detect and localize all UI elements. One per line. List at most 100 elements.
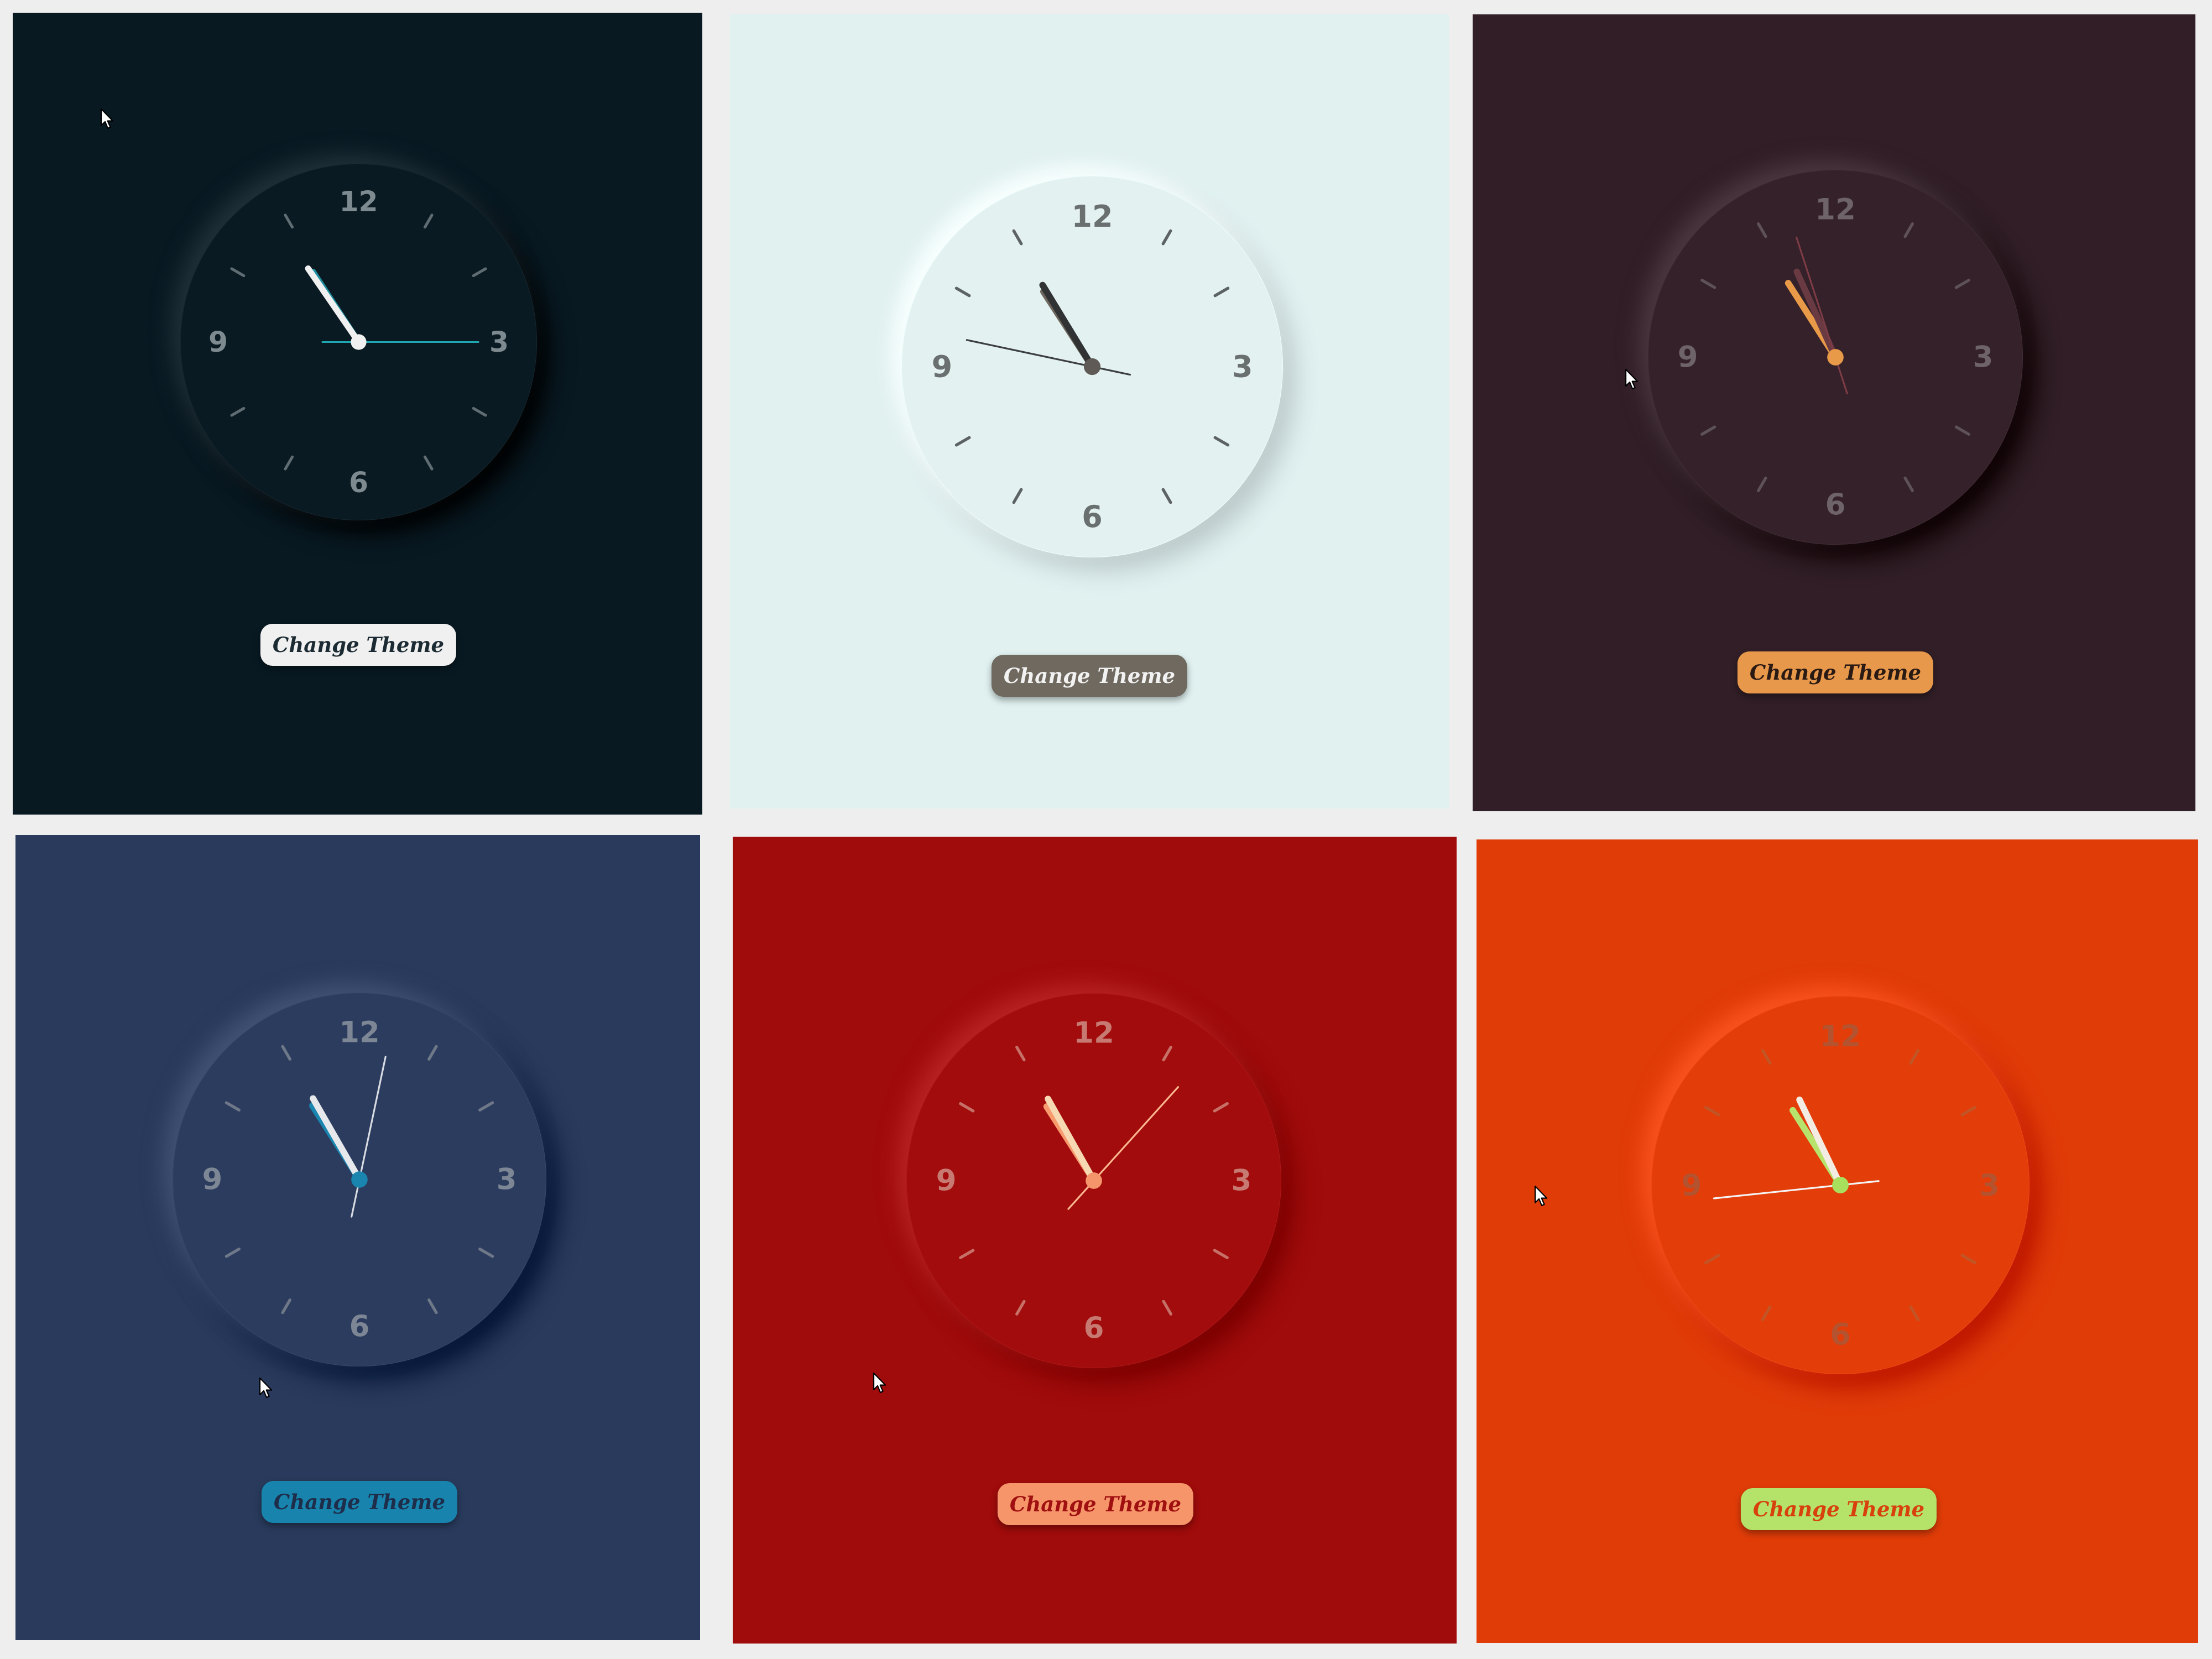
clock-face-svg: 12 3 6 9 [1678,193,1994,522]
clock-tick-11 [1757,222,1767,238]
clock-number-6: 6 [1082,499,1103,534]
analog-clock: 12 3 6 9 [1648,170,2023,545]
clock-tick-8 [1704,1254,1720,1265]
clock-number-3: 3 [1232,1164,1252,1198]
clock-number-3: 3 [1232,349,1253,384]
clock-number-9: 9 [208,326,228,358]
clock-face-svg: 12 3 6 9 [202,1015,517,1344]
clock-number-12: 12 [1072,199,1113,234]
clock-face-svg: 12 3 6 9 [932,199,1253,534]
clock-minute-hand [305,265,362,346]
clock-tick-1 [1162,1046,1172,1062]
clock-tick-1 [427,1045,438,1061]
clock-number-6: 6 [1825,488,1846,521]
change-theme-button[interactable]: Change Theme [261,1481,458,1523]
clock-tick-5 [1903,476,1914,492]
change-theme-button[interactable]: Change Theme [1737,651,1934,693]
clock-tick-7 [284,455,294,471]
clock-tick-7 [1761,1305,1772,1322]
clock-tick-7 [281,1298,291,1314]
clock-number-3: 3 [489,326,509,358]
analog-clock: 12 3 6 9 [901,176,1283,557]
clock-tick-4 [1213,436,1230,447]
analog-clock: 12 3 6 9 [1651,996,2030,1374]
clock-minute-hand [1039,281,1095,370]
arrow-cursor-icon [1625,368,1640,390]
clock-second-hand [966,339,1131,376]
clock-number-12: 12 [339,1015,379,1049]
clock-number-9: 9 [1681,1168,1702,1203]
clock-number-12: 12 [1820,1019,1861,1053]
clock-tick-4 [478,1248,494,1258]
clock-tick-11 [281,1045,291,1061]
clock-center-dot [1083,358,1101,375]
clock-number-12: 12 [339,185,378,218]
arrow-cursor-icon [1534,1185,1550,1207]
clock-number-6: 6 [349,1310,370,1344]
clock-number-6: 6 [1084,1311,1104,1345]
clock-tick-11 [1015,1046,1026,1062]
clock-number-9: 9 [932,349,953,384]
clock-tick-1 [1909,1048,1920,1065]
clock-tick-2 [472,267,487,278]
clock-center-dot [1086,1172,1102,1189]
clock-tick-7 [1012,488,1023,504]
clock-tick-10 [1704,1105,1720,1117]
clock-tick-2 [1960,1105,1977,1117]
clock-tick-1 [1161,229,1172,246]
theme-panel-5: 12 3 6 9 Change Theme [733,837,1457,1644]
clock-second-hand [351,1056,387,1218]
clock-tick-4 [472,406,487,417]
clock-tick-11 [1761,1048,1772,1065]
clock-number-12: 12 [1815,193,1856,227]
theme-panel-6: 12 3 6 9 Change Theme [1477,839,2198,1643]
clock-minute-hand [310,1095,363,1183]
clock-tick-8 [1700,425,1717,436]
clock-minute-hand [1796,1096,1844,1188]
clock-center-dot [1827,349,1844,366]
clock-tick-11 [284,213,294,229]
clock-center-dot [351,334,367,350]
screenshot-grid: 12 3 6 9 Change Theme 12 3 6 9 Change Theme 12… [0,0,2212,1659]
clock-tick-5 [1162,1300,1172,1316]
clock-center-dot [1832,1177,1849,1193]
analog-clock: 12 3 6 9 [906,993,1281,1368]
clock-number-6: 6 [349,466,368,499]
analog-clock: 12 3 6 9 [180,164,537,520]
clock-face-svg: 12 3 6 9 [1681,1019,2000,1352]
clock-number-3: 3 [1973,341,1994,374]
clock-tick-4 [1960,1254,1977,1265]
clock-tick-5 [423,455,434,471]
clock-tick-2 [1954,279,1970,289]
clock-number-9: 9 [1678,341,1698,374]
clock-number-3: 3 [497,1163,517,1197]
clock-tick-2 [1213,286,1230,298]
theme-panel-2: 12 3 6 9 Change Theme [730,14,1449,808]
clock-center-dot [351,1171,368,1188]
clock-tick-5 [1161,488,1172,504]
clock-number-9: 9 [202,1163,222,1197]
arrow-cursor-icon [259,1377,274,1399]
clock-face-svg: 12 3 6 9 [208,185,509,499]
clock-tick-1 [1903,222,1914,238]
theme-panel-3: 12 3 6 9 Change Theme [1473,14,2195,811]
clock-second-hand [1713,1180,1880,1199]
change-theme-button[interactable]: Change Theme [991,655,1188,697]
clock-tick-8 [230,406,246,417]
theme-panel-1: 12 3 6 9 Change Theme [13,13,702,815]
clock-tick-11 [1012,229,1023,246]
analog-clock: 12 3 6 9 [173,993,546,1366]
clock-tick-7 [1015,1300,1026,1316]
clock-number-12: 12 [1073,1016,1114,1050]
clock-tick-10 [959,1102,975,1113]
clock-tick-4 [1213,1249,1229,1259]
clock-tick-2 [1213,1102,1229,1113]
change-theme-button[interactable]: Change Theme [997,1483,1194,1525]
clock-minute-hand [1793,268,1839,361]
clock-tick-8 [954,436,971,447]
theme-panel-4: 12 3 6 9 Change Theme [15,835,700,1640]
change-theme-button[interactable]: Change Theme [260,624,457,666]
clock-tick-8 [959,1249,975,1259]
change-theme-button[interactable]: Change Theme [1740,1488,1937,1530]
arrow-cursor-icon [873,1372,888,1394]
